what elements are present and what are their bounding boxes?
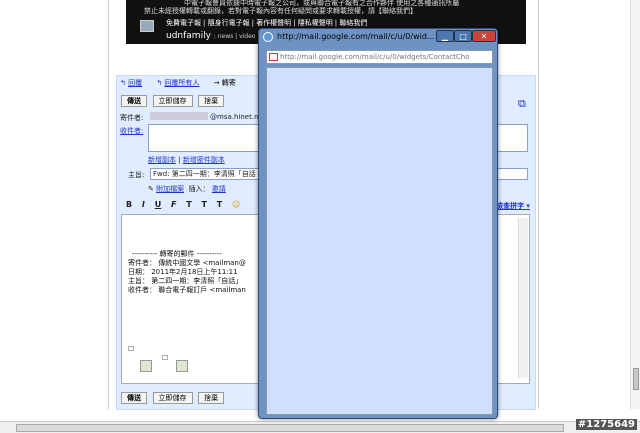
tab-forward[interactable]: → 轉寄 bbox=[214, 79, 242, 87]
page-vertical-scrollbar[interactable] bbox=[630, 0, 640, 409]
banner-link-copyright[interactable]: 著作權聲明 bbox=[256, 19, 291, 27]
popout-icon[interactable]: ⧉ bbox=[518, 97, 526, 111]
from-redacted bbox=[150, 112, 208, 120]
contact-chooser-popup: http://mail.google.com/mail/c/u/0/wid...… bbox=[258, 28, 498, 419]
right-border bbox=[538, 0, 539, 409]
italic-icon[interactable]: I bbox=[142, 200, 145, 209]
maximize-button[interactable]: □ bbox=[454, 30, 472, 42]
underline-icon[interactable]: U bbox=[155, 200, 162, 209]
discard-button-bottom[interactable]: 捨棄 bbox=[198, 392, 225, 404]
font-icon[interactable]: F bbox=[171, 200, 176, 209]
popup-url: http://mail.google.com/mail/c/u/0/widget… bbox=[280, 53, 470, 61]
forward-subject: 主旨： 第二四一期：李清照「自話」 bbox=[128, 277, 243, 285]
send-button[interactable]: 傳送 bbox=[121, 95, 147, 107]
popup-address-bar[interactable]: http://mail.google.com/mail/c/u/0/widget… bbox=[266, 50, 493, 64]
close-button[interactable]: ✕ bbox=[472, 30, 496, 42]
discard-button[interactable]: 捨棄 bbox=[198, 95, 225, 107]
watermark-label: #1275649 bbox=[575, 419, 637, 430]
banner-links: 免費電子報 | 隨身行電子報 | 著作權聲明 | 隱私權聲明 | 聯絡我們 bbox=[166, 19, 368, 27]
left-border bbox=[108, 0, 109, 409]
from-value: @msa.hinet.n bbox=[210, 113, 259, 121]
to-label[interactable]: 收件者: bbox=[120, 126, 143, 136]
banner-link-privacy[interactable]: 隱私權聲明 bbox=[298, 19, 333, 27]
banner-link-contact[interactable]: 聯絡我們 bbox=[339, 19, 367, 27]
tab-reply[interactable]: ↰ 回覆 bbox=[120, 79, 148, 87]
attachment-checkbox-2[interactable]: ☐ bbox=[162, 354, 168, 362]
editor-scrollbar[interactable] bbox=[518, 218, 528, 378]
from-label: 寄件者: bbox=[120, 114, 144, 122]
emoji-icon[interactable]: ☺ bbox=[232, 200, 240, 209]
popup-title: http://mail.google.com/mail/c/u/0/wid... bbox=[277, 32, 435, 41]
horizontal-scroll-thumb[interactable] bbox=[16, 424, 564, 432]
banner-line-2: 禁止未經授權轉載或翻錄，若對電子報內容有任何疑問或要求轉載授權，請【聯絡我們】 bbox=[144, 7, 417, 15]
send-button-bottom[interactable]: 傳送 bbox=[121, 392, 147, 404]
forward-from: 寄件者： 傳統中國文學 <mailman@ bbox=[128, 259, 246, 267]
attachment-checkbox-1[interactable]: ☐ bbox=[128, 345, 134, 353]
subject-label: 主旨: bbox=[128, 171, 145, 179]
highlight-icon[interactable]: T bbox=[217, 200, 222, 209]
page-scroll-thumb[interactable] bbox=[633, 368, 639, 390]
ie-icon bbox=[263, 32, 273, 42]
text-color-icon[interactable]: T bbox=[202, 200, 207, 209]
banner-brand: udnfamily : news | video bbox=[166, 31, 255, 41]
udn-logo-icon bbox=[140, 20, 154, 32]
banner-link-free[interactable]: 免費電子報 bbox=[166, 19, 201, 27]
spellcheck-link[interactable]: 檢查拼字 ▾ bbox=[496, 201, 530, 211]
add-bcc-link[interactable]: 新增密件副本 bbox=[183, 156, 225, 164]
forward-header: ---------- 轉寄的郵件 ---------- bbox=[132, 250, 222, 258]
minimize-button[interactable]: ▁ bbox=[436, 30, 454, 42]
paperclip-icon: ✎ bbox=[148, 185, 154, 193]
browser-page: 中電子報會員依據中時電子報之公司，或與聯合電子報有之合作夥伴 使用之各種通訊所屬… bbox=[0, 0, 640, 433]
insert-invite-link[interactable]: 邀請 bbox=[212, 185, 226, 193]
gmail-icon bbox=[269, 53, 278, 61]
tab-reply-all[interactable]: ↰ 回覆所有人 bbox=[156, 79, 205, 87]
add-cc-link[interactable]: 新增副本 bbox=[148, 156, 176, 164]
bold-icon[interactable]: B bbox=[126, 200, 132, 209]
attach-file-link[interactable]: 附加檔案 bbox=[156, 185, 184, 193]
top-button-row: 傳送 立即儲存 捨棄 bbox=[121, 95, 227, 107]
brand-name: udnfamily bbox=[166, 31, 211, 41]
attachment-thumbnail-1[interactable] bbox=[140, 360, 152, 372]
save-now-button[interactable]: 立即儲存 bbox=[152, 95, 193, 107]
forward-to: 收件者： 聯合電子報訂戶 <mailman bbox=[128, 286, 246, 294]
brand-extra: : news | video bbox=[213, 33, 256, 40]
save-now-button-bottom[interactable]: 立即儲存 bbox=[152, 392, 193, 404]
banner-link-mobile[interactable]: 隨身行電子報 bbox=[208, 19, 250, 27]
bottom-button-row: 傳送 立即儲存 捨棄 bbox=[121, 392, 227, 404]
insert-label: 插入： bbox=[188, 185, 210, 193]
format-toolbar: B I U F T T T ☺ bbox=[126, 200, 247, 209]
attachment-thumbnail-2[interactable] bbox=[176, 360, 188, 372]
font-size-icon[interactable]: T bbox=[186, 200, 191, 209]
message-body: ---------- 轉寄的郵件 ---------- 寄件者： 傳統中國文學 … bbox=[128, 250, 246, 295]
forward-date: 日期： 2011年2月18日上午11:11 bbox=[128, 268, 238, 276]
attach-row: ✎ 附加檔案 插入： 邀請 bbox=[148, 184, 226, 194]
compose-tabs: ↰ 回覆 ↰ 回覆所有人 → 轉寄 bbox=[120, 78, 248, 88]
page-horizontal-scrollbar[interactable] bbox=[0, 421, 640, 433]
popup-content-area[interactable] bbox=[266, 67, 493, 415]
cc-links: 新增副本 | 新增密件副本 bbox=[148, 156, 225, 164]
